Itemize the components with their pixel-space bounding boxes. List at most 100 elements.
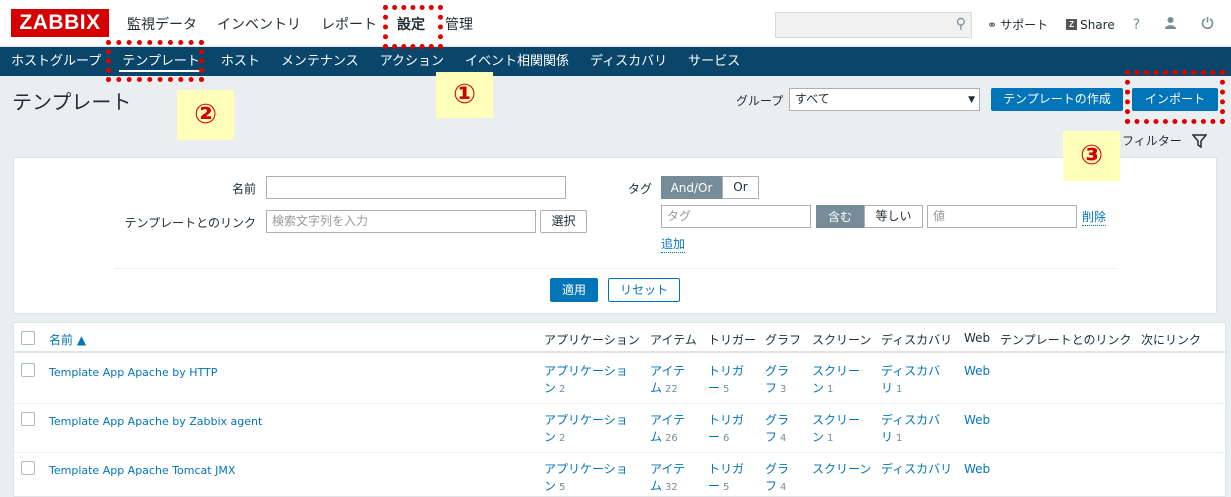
items-link[interactable]: アイテム 22 xyxy=(650,363,685,398)
trigger-text-1: トリガ xyxy=(708,462,745,476)
screens-link[interactable]: スクリーン 1 xyxy=(812,412,860,447)
app-text-1: アプリケーショ xyxy=(544,413,628,427)
share-label: Share xyxy=(1080,17,1115,32)
menu-administration[interactable]: 管理 xyxy=(445,14,473,34)
triggers-link[interactable]: トリガー 6 xyxy=(708,412,744,447)
filter-panel: 名前 テンプレートとのリンク 検索文字列を入力 選択 タグ And/Or Or … xyxy=(13,157,1217,314)
trigger-count: 6 xyxy=(723,433,730,444)
row-checkbox[interactable] xyxy=(21,363,35,377)
screen-text-1: スクリー xyxy=(812,413,861,427)
name-input[interactable] xyxy=(266,176,566,199)
filter-tab[interactable]: フィルター xyxy=(1122,132,1207,149)
row-checkbox[interactable] xyxy=(21,412,35,426)
graph-text-1: グラ xyxy=(765,364,790,378)
tag-input[interactable]: タグ xyxy=(661,205,811,228)
applications-link[interactable]: アプリケーション 2 xyxy=(544,363,628,398)
andor-toggle[interactable]: And/Or xyxy=(661,176,722,199)
template-name-link[interactable]: Template App Apache by Zabbix agent xyxy=(49,413,262,430)
triggers-link[interactable]: トリガー 5 xyxy=(708,461,744,496)
templates-table: 名前 ▲ アプリケーション アイテム トリガー グラフ スクリーン ディスカバリ… xyxy=(13,322,1227,497)
discovery-count: 1 xyxy=(896,433,903,444)
graphs-link[interactable]: グラフ 3 xyxy=(765,363,789,398)
submenu-services[interactable]: サービス xyxy=(677,47,750,76)
app-text-2: ン xyxy=(544,479,557,493)
screen-count: 1 xyxy=(827,384,834,395)
trigger-text-2: ー xyxy=(708,430,721,444)
search-icon[interactable]: ⚲ xyxy=(956,16,966,32)
table-row: Template App Apache by HTTP アプリケーション 2 アイ… xyxy=(14,355,1227,404)
graph-count: 4 xyxy=(780,433,787,444)
graph-count: 3 xyxy=(780,384,787,395)
share-link[interactable]: Z Share xyxy=(1066,18,1115,32)
items-link[interactable]: アイテム 26 xyxy=(650,412,685,447)
trigger-count: 5 xyxy=(723,482,730,493)
template-name-link[interactable]: Template App Apache by HTTP xyxy=(49,364,217,381)
screen-text-1: スクリー xyxy=(812,364,861,378)
screens-link[interactable]: スクリーン 1 xyxy=(812,363,860,398)
filter-icon xyxy=(1191,133,1207,148)
trigger-text-2: ー xyxy=(708,381,721,395)
add-tag-link[interactable]: 追加 xyxy=(661,235,686,253)
submenu-discovery[interactable]: ディスカバリ xyxy=(579,47,677,76)
headset-icon: ⚭ xyxy=(987,17,998,32)
annotation-2: ② xyxy=(177,90,234,140)
web-link[interactable]: Web xyxy=(964,412,990,429)
discovery-link[interactable]: ディスカバリ xyxy=(881,461,952,478)
group-select[interactable]: すべて ▼ xyxy=(789,88,980,111)
template-link-input[interactable]: 検索文字列を入力 xyxy=(266,210,536,233)
template-name-link[interactable]: Template App Apache Tomcat JMX xyxy=(49,462,235,479)
trigger-text-1: トリガ xyxy=(708,364,745,378)
search-input[interactable]: ⚲ xyxy=(775,12,972,38)
web-link[interactable]: Web xyxy=(964,461,990,478)
power-icon[interactable] xyxy=(1201,16,1214,33)
item-text-2: ム xyxy=(650,479,663,493)
submenu-host-groups[interactable]: ホストグループ xyxy=(0,47,111,76)
user-icon[interactable] xyxy=(1164,16,1177,33)
item-count: 26 xyxy=(665,433,678,444)
applications-link[interactable]: アプリケーション 2 xyxy=(544,412,628,447)
submenu-maintenance[interactable]: メンテナンス xyxy=(270,47,369,76)
screens-link[interactable]: スクリーン xyxy=(812,461,871,478)
equals-toggle[interactable]: 等しい xyxy=(864,205,923,228)
select-button[interactable]: 選択 xyxy=(540,210,587,233)
reset-button[interactable]: リセット xyxy=(608,278,680,302)
annotation-1: ① xyxy=(436,72,493,118)
zabbix-logo[interactable]: ZABBIX xyxy=(11,9,109,37)
table-row: Template App Apache Tomcat JMX アプリケーション 5… xyxy=(14,453,1227,497)
app-text-1: アプリケーショ xyxy=(544,462,628,476)
remove-tag-link[interactable]: 削除 xyxy=(1082,208,1107,226)
create-template-button[interactable]: テンプレートの作成 xyxy=(991,88,1123,111)
value-input[interactable]: 値 xyxy=(927,205,1077,228)
header-discovery: ディスカバリ xyxy=(881,333,953,347)
submenu-hosts[interactable]: ホスト xyxy=(210,47,270,76)
name-label: 名前 xyxy=(231,182,256,196)
discovery-link[interactable]: ディスカバリ 1 xyxy=(881,363,940,398)
trigger-count: 5 xyxy=(723,384,730,395)
menu-inventory[interactable]: インベントリ xyxy=(217,14,301,34)
graphs-link[interactable]: グラフ 4 xyxy=(765,461,789,496)
support-link[interactable]: ⚭ サポート xyxy=(987,16,1048,33)
select-all-checkbox[interactable] xyxy=(21,331,35,345)
item-text-1: アイテ xyxy=(650,413,686,427)
item-text-2: ム xyxy=(650,430,663,444)
contains-toggle[interactable]: 含む xyxy=(816,205,864,228)
header-linked-to: 次にリンク xyxy=(1141,333,1202,347)
graph-count: 4 xyxy=(780,482,787,493)
discovery-link[interactable]: ディスカバリ 1 xyxy=(881,412,940,447)
or-toggle[interactable]: Or xyxy=(722,176,759,199)
applications-link[interactable]: アプリケーション 5 xyxy=(544,461,628,496)
triggers-link[interactable]: トリガー 5 xyxy=(708,363,744,398)
web-link[interactable]: Web xyxy=(964,363,990,380)
apply-button[interactable]: 適用 xyxy=(550,278,598,302)
discovery-text-1: ディスカバ xyxy=(881,364,941,378)
discovery-count: 1 xyxy=(896,384,903,395)
row-checkbox[interactable] xyxy=(21,461,35,475)
help-icon[interactable]: ? xyxy=(1133,17,1140,33)
template-link-label: テンプレートとのリンク xyxy=(124,216,256,230)
graphs-link[interactable]: グラフ 4 xyxy=(765,412,789,447)
header-name[interactable]: 名前 ▲ xyxy=(49,331,86,348)
menu-reports[interactable]: レポート xyxy=(321,14,377,34)
items-link[interactable]: アイテム 32 xyxy=(650,461,685,496)
menu-monitoring[interactable]: 監視データ xyxy=(127,14,197,34)
screen-count: 1 xyxy=(827,433,834,444)
